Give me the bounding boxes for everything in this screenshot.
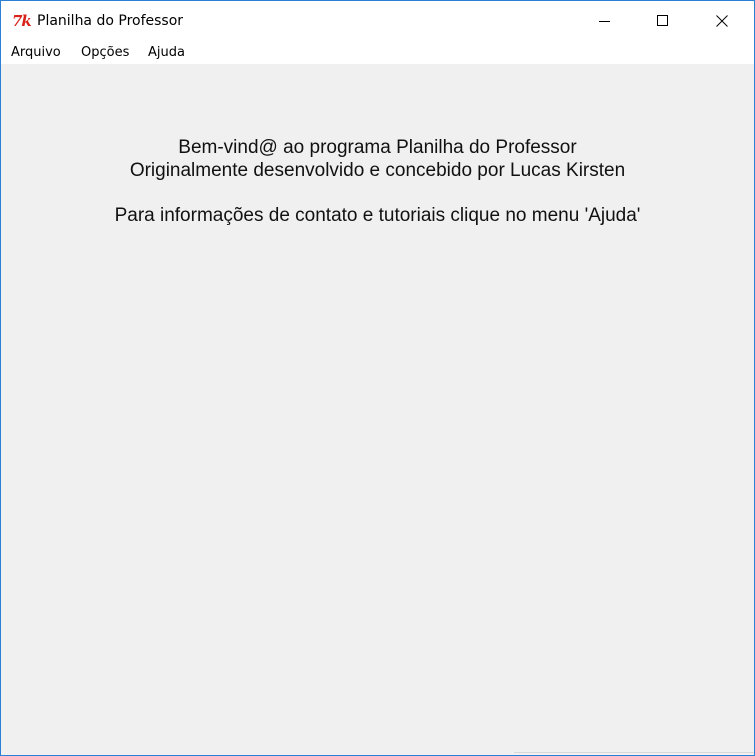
menu-arquivo[interactable]: Arquivo bbox=[10, 44, 62, 61]
author-text: Originalmente desenvolvido e concebido p… bbox=[129, 160, 626, 181]
menu-ajuda[interactable]: Ajuda bbox=[147, 44, 186, 61]
title-bar[interactable]: 7k Planilha do Professor bbox=[1, 1, 754, 41]
close-button[interactable] bbox=[693, 1, 751, 41]
maximize-button[interactable] bbox=[634, 1, 692, 41]
minimize-button[interactable] bbox=[576, 1, 634, 41]
tk-feather-icon[interactable]: 7k bbox=[12, 11, 34, 31]
close-icon bbox=[716, 15, 728, 27]
status-divider bbox=[514, 752, 754, 755]
menu-opcoes[interactable]: Opções bbox=[80, 44, 130, 61]
help-text: Para informações de contato e tutoriais … bbox=[114, 205, 641, 226]
maximize-icon bbox=[657, 15, 668, 26]
menu-bar: Arquivo Opções Ajuda bbox=[1, 41, 754, 64]
main-content: Bem-vind@ ao programa Planilha do Profes… bbox=[1, 64, 754, 755]
window-title: Planilha do Professor bbox=[37, 13, 184, 29]
welcome-text: Bem-vind@ ao programa Planilha do Profes… bbox=[178, 137, 577, 158]
app-window: 7k Planilha do Professor Arquivo Opções … bbox=[0, 0, 755, 756]
minimize-icon bbox=[599, 21, 610, 22]
